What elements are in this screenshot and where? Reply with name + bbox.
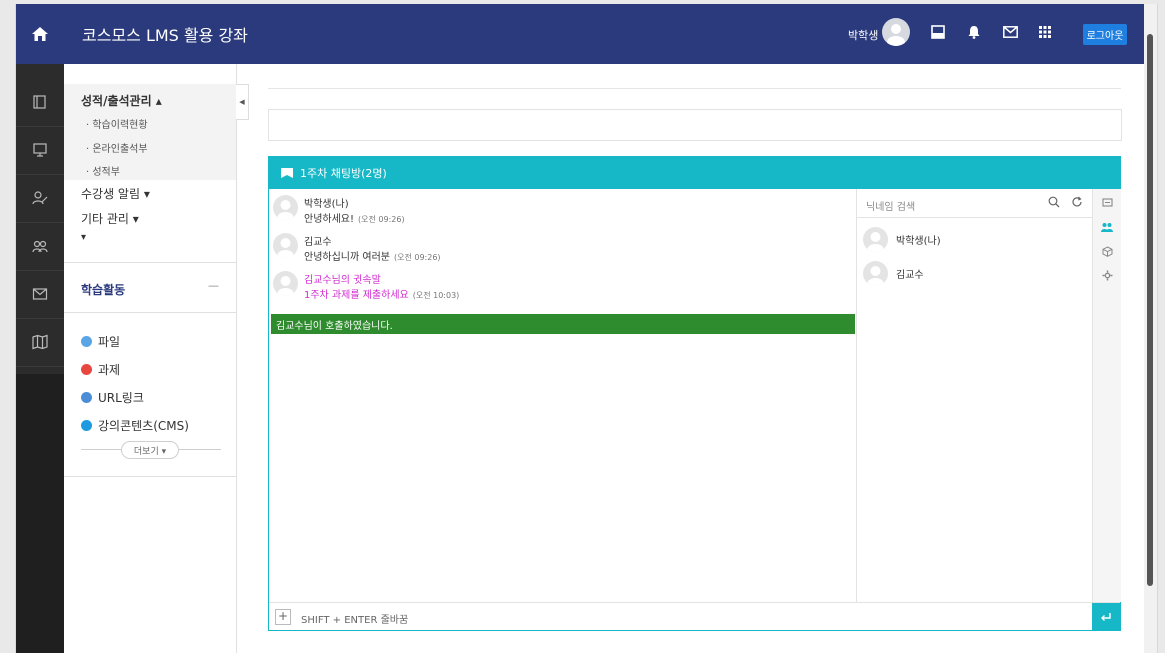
divider [64,476,236,477]
more-button[interactable]: 더보기 ▾ [121,441,179,459]
activity-cms[interactable]: 강의콘텐츠(CMS) [81,417,189,434]
page-scrollbar-thumb[interactable] [1147,34,1153,586]
attach-button[interactable]: + [275,609,291,625]
apps-grid-icon[interactable] [1034,21,1056,43]
message-body: 1주차 과제를 제출하세요 (오전 10:03) [304,286,459,301]
activity-label: 과제 [98,363,121,377]
message-time: (오전 09:26) [393,253,441,262]
avatar [863,261,888,286]
rail-user[interactable] [16,174,64,223]
participants-panel: 닉네임 검색 박학생(나) 김교수 [856,189,1093,602]
assignment-icon [81,364,92,375]
users-icon [32,240,48,253]
rail-group[interactable] [16,222,64,271]
chat-tools [1092,189,1121,602]
activity-assignment[interactable]: 과제 [81,361,120,378]
presentation-icon [33,143,47,157]
participants-icon[interactable] [1099,219,1115,235]
file-icon [81,336,92,347]
activity-title: 학습활동 [81,283,126,297]
rail-board[interactable] [16,126,64,175]
message-time: (오전 10:03) [412,291,460,300]
mail-icon[interactable] [999,21,1021,43]
participant-item[interactable]: 박학생(나) [863,227,941,252]
chat-room-icon [281,168,293,178]
grade-section-toggle[interactable]: 성적/출석관리 ▴ [81,92,162,109]
message-input-bar[interactable]: + SHIFT + ENTER 줄바꿈 [269,602,1120,631]
map-icon [32,334,48,350]
chat-header: 1주차 채팅방(2명) [269,157,1120,189]
chat-window: 1주차 채팅방(2명) 박학생(나) 안녕하세요! (오전 09:26) 김교수 … [268,156,1121,631]
more-menu-toggle[interactable]: ▾ [81,232,86,243]
message-sender: 박학생(나) [304,199,349,210]
avatar [273,195,298,220]
user-name[interactable]: 박학생 [848,27,878,43]
participant-name: 박학생(나) [896,236,941,247]
app-frame: 코스모스 LMS 활용 강좌 박학생 로그아웃 성적/출석관리 ▴ · 학습이력… [15,4,1158,653]
notice-box [268,109,1122,141]
avatar [273,233,298,258]
logout-button[interactable]: 로그아웃 [1083,24,1127,45]
message-text: 안녕하세요! [304,214,355,225]
nickname-search-field[interactable]: 닉네임 검색 [857,189,1093,218]
site-title[interactable]: 코스모스 LMS 활용 강좌 [82,22,248,46]
breadcrumb [268,64,1121,89]
chat-room-title: 1주차 채팅방(2명) [300,167,387,180]
home-button[interactable] [16,4,64,64]
avatar [863,227,888,252]
top-bar: 코스모스 LMS 활용 강좌 박학생 로그아웃 [16,4,1146,64]
message-body: 안녕하십니까 여러분 (오전 09:26) [304,248,441,263]
message-body: 안녕하세요! (오전 09:26) [304,210,405,225]
icon-rail [16,64,64,653]
activity-collapse-button[interactable]: — [208,279,219,292]
activity-label: 강의콘텐츠(CMS) [98,419,189,433]
activity-file[interactable]: 파일 [81,333,120,350]
message-input[interactable]: SHIFT + ENTER 줄바꿈 [301,611,408,626]
link-icon [81,392,92,403]
home-icon [32,27,48,41]
activity-label: 파일 [98,335,121,349]
search-icon[interactable] [1048,196,1060,211]
user-avatar[interactable] [882,18,910,46]
message-sender: 김교수 [304,237,332,248]
message-text: 1주차 과제를 제출하세요 [304,290,409,301]
grade-item-gradebook[interactable]: · 성적부 [86,163,120,178]
grade-item-history[interactable]: · 학습이력현황 [86,116,148,131]
activity-url[interactable]: URL링크 [81,389,144,406]
gear-icon[interactable] [1099,267,1115,283]
divider [64,262,236,263]
grade-section: 성적/출석관리 ▴ · 학습이력현황 · 온라인출석부 · 성적부 [64,84,236,180]
rail-map[interactable] [16,318,64,367]
avatar [273,271,298,296]
rail-courses[interactable] [16,78,64,127]
grade-item-attendance[interactable]: · 온라인출석부 [86,140,148,155]
nickname-search-placeholder: 닉네임 검색 [866,202,916,213]
chat-bubble-icon[interactable] [1099,195,1115,211]
send-button[interactable] [1092,603,1120,631]
participant-item[interactable]: 김교수 [863,261,924,286]
video-icon [81,420,92,431]
activity-label: URL링크 [98,391,144,405]
message-time: (오전 09:26) [358,215,405,224]
participant-name: 김교수 [896,270,924,281]
cube-icon[interactable] [1099,243,1115,259]
rail-message[interactable] [16,270,64,319]
rail-filler [16,374,64,653]
course-side-panel: 성적/출석관리 ▴ · 학습이력현황 · 온라인출석부 · 성적부 수강생 알림… [64,64,237,653]
enter-icon [1101,613,1111,621]
message-sender: 김교수님의 귓속말 [304,275,381,286]
book-icon [33,95,46,109]
divider [64,312,236,313]
envelope-icon [32,288,48,300]
etc-manage-toggle[interactable]: 기타 관리 ▾ [81,210,139,227]
bell-icon[interactable] [963,21,985,43]
layout-icon[interactable] [927,21,949,43]
panel-collapse-tab[interactable]: ◀ [236,84,249,120]
call-notification: 김교수님이 호출하였습니다. [271,314,855,334]
chevron-left-icon: ◀ [239,98,245,106]
user-edit-icon [32,191,48,205]
student-notice-toggle[interactable]: 수강생 알림 ▾ [81,185,150,202]
refresh-icon[interactable] [1071,196,1083,211]
message-text: 안녕하십니까 여러분 [304,252,390,263]
